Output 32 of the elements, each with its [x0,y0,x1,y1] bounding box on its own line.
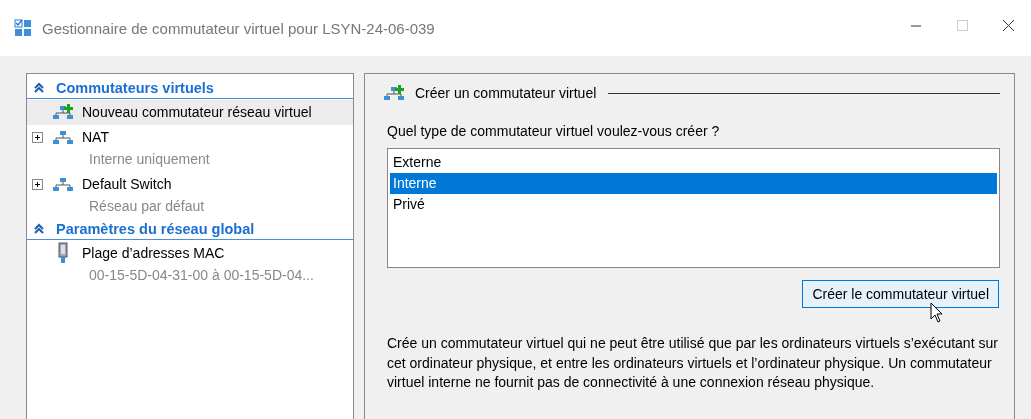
sidebar-item[interactable]: Plage d’adresses MAC 00-15-5D-04-31-00 à 00-15-5D-04... [27,241,353,288]
section-title: Commutateurs virtuels [56,80,214,96]
sidebar-item[interactable]: Default Switch Réseau par défaut [27,172,353,219]
network-icon [52,176,74,192]
list-option[interactable]: Interne [390,173,997,194]
app-icon [14,19,32,37]
create-switch-button[interactable]: Créer le commutateur virtuel [802,280,999,308]
network-icon [52,129,74,145]
expand-icon[interactable] [32,178,43,190]
item-detail: Interne uniquement [88,150,211,169]
network-add-icon [52,104,74,120]
item-label: Plage d’adresses MAC [82,245,225,261]
switch-type-list[interactable]: Externe Interne Privé [387,148,1000,268]
group-title: Créer un commutateur virtuel [415,85,597,101]
item-label: Default Switch [82,176,172,192]
network-add-icon [383,85,405,101]
sidebar-item[interactable]: Nouveau commutateur réseau virtuel [27,100,353,125]
item-detail: Réseau par défaut [88,197,206,216]
item-label: Nouveau commutateur réseau virtuel [82,104,312,120]
list-option[interactable]: Externe [390,152,997,173]
mouse-cursor-icon [930,302,944,324]
item-detail: 00-15-5D-04-31-00 à 00-15-5D-04... [88,266,315,285]
section-title: Paramètres du réseau global [56,221,255,237]
collapse-icon[interactable] [33,82,45,94]
window-title: Gestionnaire de commutateur virtuel pour LSYN-24-06-039 [42,19,435,37]
sidebar-item[interactable]: NAT Interne uniquement [27,125,353,172]
expand-icon[interactable] [32,131,43,143]
description-text: Crée un commutateur virtuel qui ne peut être utilisé que par les ordinateurs virtuels s’exécutant sur cet ordinateur physique, et entre les ordinateurs virtuels et l’ordinateur physique. Un commutateur virtuel interne ne fournit pas de connectivité à une connexion réseau physique. [387,334,999,392]
item-label: NAT [82,129,109,145]
collapse-icon[interactable] [33,223,45,235]
question-label: Quel type de commutateur virtuel voulez-vous créer ? [387,122,721,140]
list-option[interactable]: Privé [390,194,997,215]
